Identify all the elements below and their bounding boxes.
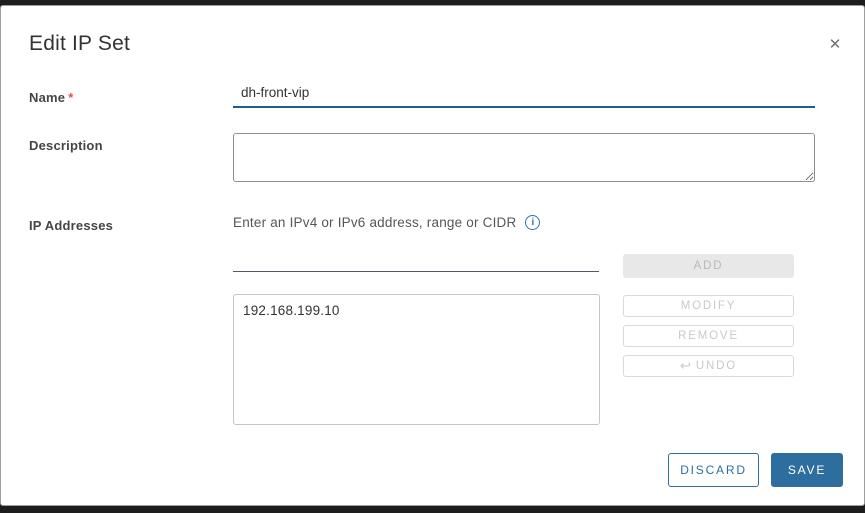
description-textarea[interactable] <box>233 133 815 182</box>
discard-button[interactable]: DISCARD <box>668 453 759 487</box>
ip-addresses-label: IP Addresses <box>29 218 113 233</box>
undo-button-label: UNDO <box>696 360 737 372</box>
ip-address-list[interactable]: 192.168.199.10 <box>233 294 600 425</box>
modify-button[interactable]: MODIFY <box>623 295 794 317</box>
edit-ip-set-dialog: Edit IP Set ✕ Name* Description IP Addre… <box>0 5 865 506</box>
undo-icon: ↩ <box>680 358 691 374</box>
list-item[interactable]: 192.168.199.10 <box>234 301 599 320</box>
required-asterisk: * <box>68 90 73 105</box>
ip-helper-row: Enter an IPv4 or IPv6 address, range or … <box>233 215 540 230</box>
name-label: Name* <box>29 90 73 105</box>
info-icon[interactable]: i <box>525 215 540 230</box>
name-input[interactable] <box>233 82 815 108</box>
undo-button[interactable]: ↩ UNDO <box>623 355 794 377</box>
close-icon[interactable]: ✕ <box>823 32 847 56</box>
remove-button[interactable]: REMOVE <box>623 325 794 347</box>
ip-address-input[interactable] <box>233 248 599 272</box>
save-button[interactable]: SAVE <box>771 453 843 487</box>
ip-helper-text: Enter an IPv4 or IPv6 address, range or … <box>233 215 516 230</box>
dialog-title: Edit IP Set <box>29 32 130 56</box>
description-label: Description <box>29 138 103 153</box>
name-label-text: Name <box>29 90 65 105</box>
add-button[interactable]: ADD <box>623 254 794 278</box>
